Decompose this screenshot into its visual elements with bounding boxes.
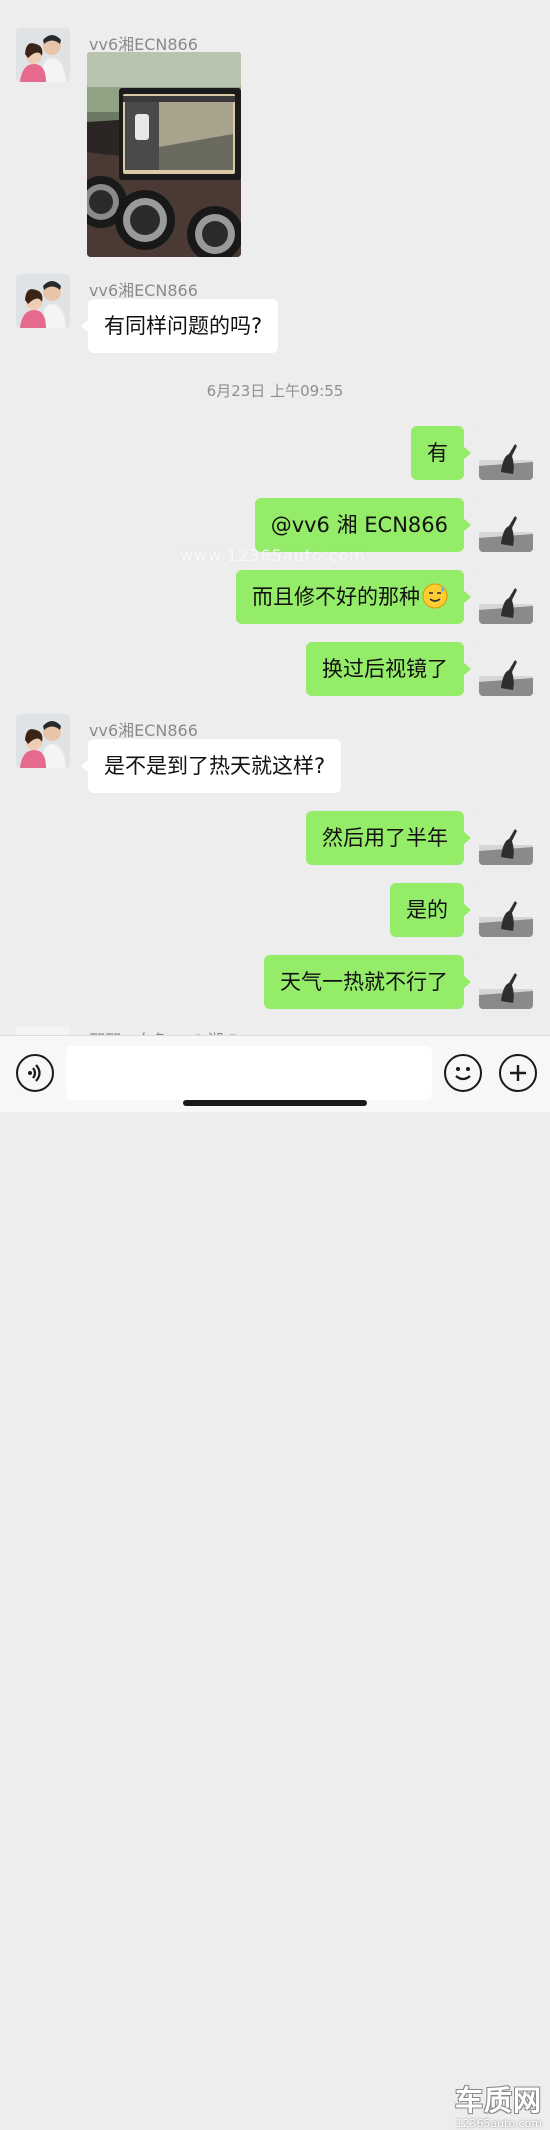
message-bubble[interactable]: 换过后视镜了	[306, 642, 471, 696]
brand-logo: 车质网 12365auto.com	[455, 2079, 542, 2130]
watermark-text: www.12365auto.com	[180, 546, 366, 565]
brand-url: 12365auto.com	[455, 2117, 542, 2130]
sweat-smile-emoji	[422, 583, 448, 609]
sender-name: 那那 · 白色 vv6 湘 D...	[89, 1027, 256, 1035]
self-avatar[interactable]	[479, 642, 533, 696]
message-bubble[interactable]: 有	[411, 426, 471, 480]
message-bubble[interactable]: 是不是到了热天就这样?	[80, 739, 342, 793]
message-bubble[interactable]: 有同样问题的吗?	[80, 299, 279, 353]
avatar[interactable]	[16, 274, 70, 328]
car-screen-photo[interactable]	[87, 52, 241, 257]
message-bubble[interactable]: @vv6 湘 ECN866	[254, 498, 472, 552]
self-avatar[interactable]	[479, 426, 533, 480]
voice-icon	[28, 1064, 41, 1082]
avatar[interactable]	[16, 714, 70, 768]
message-bubble[interactable]: 天气一热就不行了	[264, 955, 471, 1009]
emoji-button[interactable]	[444, 1054, 482, 1092]
self-avatar[interactable]	[479, 883, 533, 937]
message-bubble[interactable]: 是的	[390, 883, 471, 937]
self-avatar[interactable]	[479, 570, 533, 624]
plus-icon	[510, 1065, 526, 1081]
self-avatar[interactable]	[479, 955, 533, 1009]
self-avatar[interactable]	[479, 498, 533, 552]
more-button[interactable]	[499, 1054, 537, 1092]
sender-name: vv6湘ECN866	[89, 281, 198, 300]
brand-name: 车质网	[454, 2084, 542, 2117]
message-bubble[interactable]: 然后用了半年	[306, 811, 471, 865]
message-input[interactable]	[66, 1046, 432, 1100]
timestamp: 6月23日 上午09:55	[206, 382, 344, 400]
chat-area[interactable]: vv6湘ECN866 vv6湘ECN866 有同样问题的吗? 6月23日 上午0…	[0, 0, 550, 1035]
sender-name: vv6湘ECN866	[89, 721, 198, 740]
avatar[interactable]	[16, 1026, 70, 1035]
home-indicator[interactable]	[183, 1100, 367, 1106]
message-bubble[interactable]: 而且修不好的那种	[236, 570, 471, 624]
voice-button[interactable]	[16, 1054, 54, 1092]
message-text: 而且修不好的那种	[252, 585, 420, 609]
smiley-icon	[455, 1067, 471, 1081]
avatar[interactable]	[16, 28, 70, 82]
self-avatar[interactable]	[479, 811, 533, 865]
